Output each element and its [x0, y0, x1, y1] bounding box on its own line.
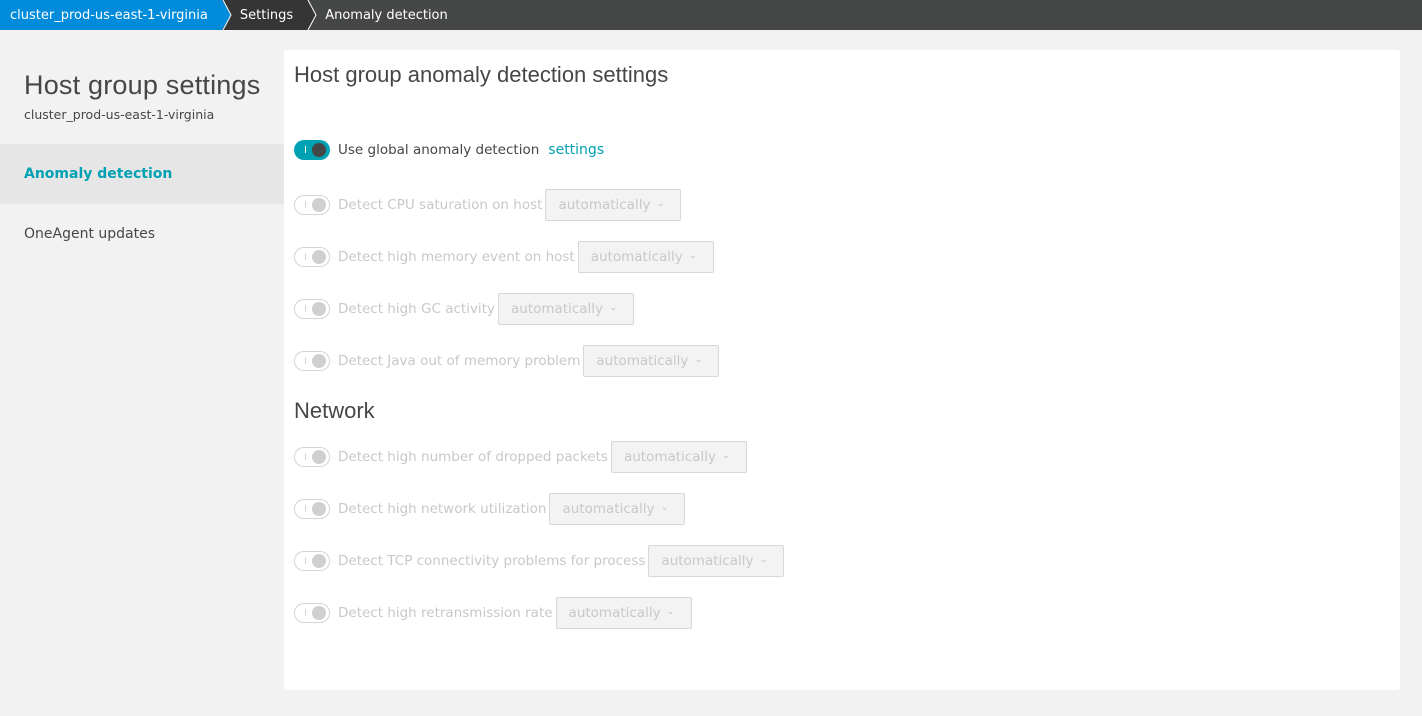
toggle-on-indicator-icon	[305, 146, 306, 153]
setting-label: Detect Java out of memory problem	[338, 353, 581, 369]
setting-label: Detect high retransmission rate	[338, 605, 553, 621]
select-value: automatically	[596, 353, 689, 369]
retransmission-toggle[interactable]	[294, 603, 330, 623]
toggle-on-indicator-icon	[305, 305, 306, 312]
high-memory-select[interactable]: automatically ⌄	[577, 241, 714, 273]
toggle-knob-icon	[312, 250, 326, 264]
sidebar-item-label: OneAgent updates	[24, 226, 156, 242]
toggle-on-indicator-icon	[305, 253, 306, 260]
breadcrumb-label: Settings	[239, 7, 294, 23]
sidebar-item-oneagent-updates[interactable]: OneAgent updates	[0, 204, 284, 264]
java-oom-select[interactable]: automatically ⌄	[583, 345, 720, 377]
toggle-on-indicator-icon	[305, 453, 306, 460]
java-oom-toggle[interactable]	[294, 351, 330, 371]
chevron-right-icon	[222, 0, 232, 30]
setting-label: Detect high GC activity	[338, 301, 495, 317]
select-value: automatically	[568, 605, 661, 621]
toggle-knob-icon	[312, 606, 326, 620]
setting-label: Detect high number of dropped packets	[338, 449, 608, 465]
breadcrumb-item-settings[interactable]: Settings	[221, 0, 317, 30]
network-section-title: Network	[294, 398, 375, 423]
chevron-down-icon: ⌄	[656, 199, 665, 209]
breadcrumb-item-anomaly-detection[interactable]: Anomaly detection	[307, 0, 460, 30]
toggle-on-indicator-icon	[305, 201, 306, 208]
chevron-down-icon: ⌄	[722, 451, 730, 461]
setting-row-dropped-packets: Detect high number of dropped packets au…	[294, 441, 747, 473]
chevron-right-icon	[307, 0, 317, 30]
retransmission-select[interactable]: automatically ⌄	[555, 597, 692, 629]
setting-label: Detect high memory event on host	[338, 249, 575, 265]
setting-label: Detect CPU saturation on host	[338, 197, 543, 213]
setting-row-network-utilization: Detect high network utilization automati…	[294, 493, 686, 525]
select-value: automatically	[661, 553, 754, 569]
sidebar-item-label: Anomaly detection	[24, 166, 173, 182]
select-value: automatically	[558, 197, 651, 213]
cpu-saturation-toggle[interactable]	[294, 195, 330, 215]
setting-row-java-oom: Detect Java out of memory problem automa…	[294, 345, 720, 377]
dropped-packets-select[interactable]: automatically ⌄	[610, 441, 747, 473]
tcp-connectivity-toggle[interactable]	[294, 551, 330, 571]
toggle-on-indicator-icon	[305, 505, 306, 512]
breadcrumb-label: Anomaly detection	[325, 7, 448, 23]
select-value: automatically	[590, 249, 683, 265]
toggle-knob-icon	[312, 354, 326, 368]
chevron-down-icon: ⌄	[667, 607, 675, 617]
gc-activity-select[interactable]: automatically ⌄	[497, 293, 634, 325]
tcp-connectivity-select[interactable]: automatically ⌄	[648, 545, 785, 577]
global-anomaly-detection-label: Use global anomaly detection	[338, 142, 540, 158]
sidebar-subtitle: cluster_prod-us-east-1-virginia	[24, 107, 215, 122]
chevron-down-icon: ⌄	[689, 251, 697, 261]
sidebar-title: Host group settings	[24, 70, 261, 100]
toggle-on-indicator-icon	[305, 609, 306, 616]
toggle-on-indicator-icon	[305, 557, 306, 564]
global-anomaly-detection-toggle[interactable]	[294, 140, 330, 160]
cpu-saturation-select[interactable]: automatically ⌄	[545, 189, 682, 221]
select-value: automatically	[510, 301, 604, 317]
breadcrumb-label: cluster_prod-us-east-1-virginia	[10, 7, 208, 23]
sidebar: Host group settings cluster_prod-us-east…	[0, 30, 284, 716]
dropped-packets-toggle[interactable]	[294, 447, 330, 467]
toggle-knob-icon	[312, 554, 326, 568]
breadcrumb-item-cluster[interactable]: cluster_prod-us-east-1-virginia	[0, 0, 232, 30]
toggle-knob-icon	[312, 502, 326, 516]
toggle-on-indicator-icon	[305, 357, 306, 364]
network-utilization-select[interactable]: automatically ⌄	[549, 493, 686, 525]
chevron-down-icon: ⌄	[694, 355, 703, 365]
chevron-down-icon: ⌄	[759, 555, 768, 565]
breadcrumb: cluster_prod-us-east-1-virginia Settings…	[0, 0, 1422, 30]
setting-row-tcp-connectivity: Detect TCP connectivity problems for pro…	[294, 545, 785, 577]
settings-panel: Host group anomaly detection settings Us…	[284, 50, 1400, 690]
setting-row-retransmission: Detect high retransmission rate automati…	[294, 597, 692, 629]
global-settings-link[interactable]: settings	[548, 142, 604, 158]
toggle-knob-icon	[312, 198, 326, 212]
network-utilization-toggle[interactable]	[294, 499, 330, 519]
select-value: automatically	[623, 449, 716, 465]
page-title: Host group anomaly detection settings	[294, 62, 669, 87]
gc-activity-toggle[interactable]	[294, 299, 330, 319]
global-anomaly-detection-row: Use global anomaly detection settings	[294, 134, 604, 166]
setting-label: Detect high network utilization	[338, 501, 547, 517]
sidebar-item-anomaly-detection[interactable]: Anomaly detection	[0, 144, 284, 204]
toggle-knob-icon	[312, 143, 326, 157]
select-value: automatically	[562, 501, 655, 517]
setting-row-gc-activity: Detect high GC activity automatically ⌄	[294, 293, 634, 325]
toggle-knob-icon	[312, 302, 326, 316]
setting-row-cpu-saturation: Detect CPU saturation on host automatica…	[294, 189, 682, 221]
chevron-down-icon: ⌄	[660, 503, 669, 513]
high-memory-toggle[interactable]	[294, 247, 330, 267]
chevron-down-icon: ⌄	[609, 303, 617, 313]
setting-label: Detect TCP connectivity problems for pro…	[338, 553, 646, 569]
toggle-knob-icon	[312, 450, 326, 464]
setting-row-high-memory: Detect high memory event on host automat…	[294, 241, 714, 273]
